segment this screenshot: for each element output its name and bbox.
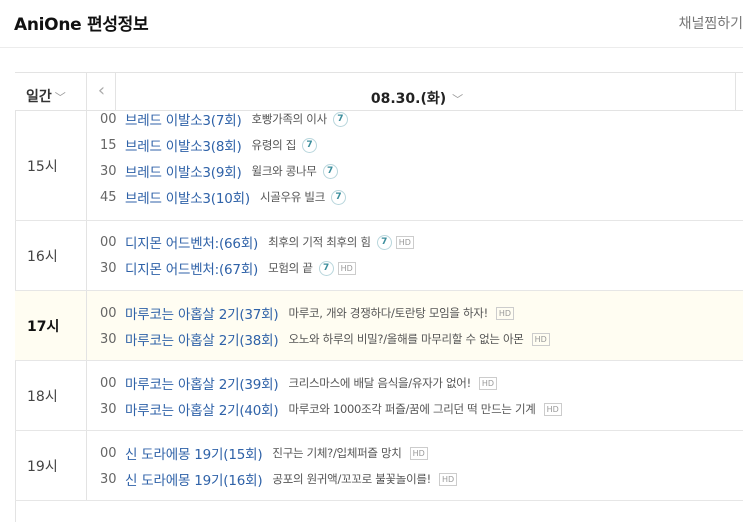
- hd-badge: HD: [495, 306, 515, 320]
- hd-badge: HD: [395, 235, 414, 249]
- program-item: 15 브레드 이발소3(8회) 유령의 집 7: [100, 135, 319, 155]
- hd-badge: HD: [438, 472, 458, 486]
- program-title-link[interactable]: 브레드 이발소3(8회): [125, 135, 242, 155]
- hd-badge: HD: [543, 402, 562, 416]
- program-item: 30 마루코는 아홉살 2기(38회) 오노와 하루의 비밀?/올해를 마무리할 수…: [100, 329, 550, 349]
- program-item: 30 디지몬 어드벤처:(67회) 모험의 끝 7 HD: [100, 258, 356, 278]
- program-item: 30 신 도라에몽 19기(16회) 공포의 원귀액/꼬꼬로 불꽃놀이를! HD: [100, 469, 458, 489]
- program-title-link[interactable]: 브레드 이발소3(9회): [125, 161, 242, 181]
- hd-badge: HD: [409, 446, 428, 460]
- page-header: AniOne 편성정보 채널찜하기: [0, 0, 743, 48]
- schedule-row: 15시 00 브레드 이발소3(7회) 호빵가족의 이사 7 15 브레드 이발소3(8회)…: [15, 111, 743, 221]
- hd-badge: HD: [478, 376, 498, 390]
- episode-subtitle: 오노와 하루의 비밀?/올해를 마무리할 수 없는 아몬: [288, 332, 524, 346]
- age-rating-badge: 7: [302, 137, 318, 153]
- program-title-link[interactable]: 신 도라에몽 19기(15회): [125, 443, 263, 463]
- chevron-down-icon: ﹀: [452, 93, 464, 106]
- episode-subtitle: 크리스마스에 배달 음식을/유자가 없어!: [288, 376, 471, 390]
- program-title-link[interactable]: 마루코는 아홉살 2기(37회): [125, 303, 279, 323]
- program-title-link[interactable]: 마루코는 아홉살 2기(40회): [125, 399, 279, 419]
- start-minute: 00: [100, 111, 117, 127]
- episode-subtitle: 마루코, 개와 경쟁하다/토란탕 모임을 하자!: [288, 306, 488, 320]
- chevron-down-icon: ﹀: [54, 91, 66, 104]
- program-title-link[interactable]: 신 도라에몽 19기(16회): [125, 469, 263, 489]
- program-title-link[interactable]: 브레드 이발소3(10회): [125, 187, 250, 207]
- age-rating-badge: 7: [376, 234, 392, 250]
- hour-label: 17시: [15, 291, 87, 360]
- schedule-row: 19시 00 신 도라에몽 19기(15회) 진구는 기체?/입체퍼즐 망치 HD 30 신…: [15, 431, 743, 501]
- schedule-header: 일간 ﹀ ‹ 08.30.(화) ﹀: [15, 73, 743, 111]
- schedule-rows: 15시 00 브레드 이발소3(7회) 호빵가족의 이사 7 15 브레드 이발소3(8회)…: [15, 111, 743, 501]
- episode-subtitle: 윌크와 콩나무: [251, 164, 317, 178]
- episode-subtitle: 진구는 기체?/입체퍼즐 망치: [272, 446, 402, 460]
- episode-subtitle: 모험의 끝: [268, 261, 313, 275]
- start-minute: 30: [100, 163, 117, 179]
- age-rating-badge: 7: [330, 189, 346, 205]
- schedule-row: 17시 00 마루코는 아홉살 2기(37회) 마루코, 개와 경쟁하다/토란탕 모임…: [15, 291, 743, 361]
- hour-label: 19시: [15, 431, 87, 500]
- chevron-left-icon: ‹: [97, 80, 106, 101]
- episode-subtitle: 호빵가족의 이사: [251, 112, 328, 126]
- program-item: 00 신 도라에몽 19기(15회) 진구는 기체?/입체퍼즐 망치 HD: [100, 443, 428, 463]
- date-select[interactable]: 08.30.(화) ﹀: [117, 73, 717, 111]
- start-minute: 30: [100, 471, 117, 487]
- header-divider: [735, 73, 736, 111]
- start-minute: 30: [100, 331, 117, 347]
- start-minute: 15: [100, 137, 117, 153]
- episode-subtitle: 시골우유 빌크: [259, 190, 325, 204]
- schedule-row: 16시 00 디지몬 어드벤처:(66회) 최후의 기적 최후의 힘 7 HD 30 디지몬 …: [15, 221, 743, 291]
- program-item: 45 브레드 이발소3(10회) 시골우유 빌크 7: [100, 187, 348, 207]
- age-rating-badge: 7: [318, 260, 334, 276]
- program-item: 00 디지몬 어드벤처:(66회) 최후의 기적 최후의 힘 7 HD: [100, 232, 414, 252]
- start-minute: 45: [100, 189, 117, 205]
- program-item: 00 마루코는 아홉살 2기(39회) 크리스마스에 배달 음식을/유자가 없어! H…: [100, 373, 498, 393]
- program-title-link[interactable]: 디지몬 어드벤처:(67회): [125, 258, 258, 278]
- favorite-channel-button[interactable]: 채널찜하기: [679, 13, 743, 33]
- program-item: 00 마루코는 아홉살 2기(37회) 마루코, 개와 경쟁하다/토란탕 모임을 하…: [100, 303, 515, 323]
- schedule-grid: 일간 ﹀ ‹ 08.30.(화) ﹀ 15시 00 브레드 이발소3(7회) 호빵가족의 …: [15, 72, 743, 522]
- program-item: 00 브레드 이발소3(7회) 호빵가족의 이사 7: [100, 109, 350, 129]
- period-label: 일간: [26, 89, 52, 105]
- program-title-link[interactable]: 마루코는 아홉살 2기(38회): [125, 329, 279, 349]
- hour-label: 15시: [15, 111, 87, 220]
- hour-label: 16시: [15, 221, 87, 290]
- start-minute: 00: [100, 305, 117, 321]
- hd-badge: HD: [531, 332, 550, 346]
- age-rating-badge: 7: [322, 163, 338, 179]
- start-minute: 30: [100, 401, 117, 417]
- date-label: 08.30.(화): [370, 91, 447, 107]
- episode-subtitle: 마루코와 1000조각 퍼즐/꿈에 그리던 떡 만드는 기계: [288, 402, 536, 416]
- program-title-link[interactable]: 브레드 이발소3(7회): [125, 109, 242, 129]
- start-minute: 00: [100, 234, 117, 250]
- hd-badge: HD: [337, 261, 356, 275]
- program-item: 30 브레드 이발소3(9회) 윌크와 콩나무 7: [100, 161, 340, 181]
- start-minute: 30: [100, 260, 117, 276]
- age-rating-badge: 7: [332, 111, 348, 127]
- start-minute: 00: [100, 445, 117, 461]
- episode-subtitle: 공포의 원귀액/꼬꼬로 불꽃놀이를!: [272, 472, 431, 486]
- start-minute: 00: [100, 375, 117, 391]
- program-item: 30 마루코는 아홉살 2기(40회) 마루코와 1000조각 퍼즐/꿈에 그리던 …: [100, 399, 562, 419]
- period-select[interactable]: 일간 ﹀: [15, 73, 87, 111]
- program-title-link[interactable]: 디지몬 어드벤처:(66회): [125, 232, 258, 252]
- schedule-row: 18시 00 마루코는 아홉살 2기(39회) 크리스마스에 배달 음식을/유자가 없…: [15, 361, 743, 431]
- episode-subtitle: 최후의 기적 최후의 힘: [268, 235, 371, 249]
- hour-label: 18시: [15, 361, 87, 430]
- program-title-link[interactable]: 마루코는 아홉살 2기(39회): [125, 373, 279, 393]
- page-title: AniOne 편성정보: [14, 15, 149, 35]
- episode-subtitle: 유령의 집: [251, 138, 297, 152]
- prev-day-button[interactable]: ‹: [88, 73, 116, 111]
